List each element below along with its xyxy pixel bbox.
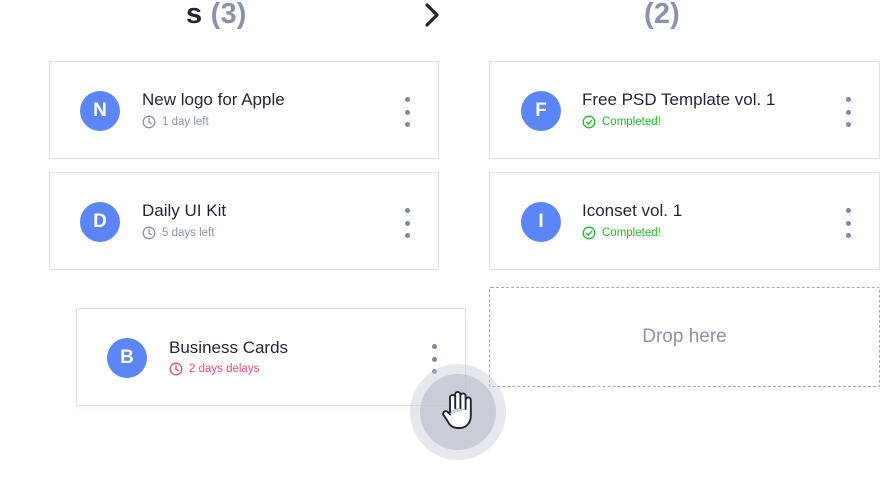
task-due-text: 2 days delays: [189, 363, 260, 375]
task-status: Completed!: [582, 115, 661, 129]
task-status: Completed!: [582, 226, 661, 240]
task-title: New logo for Apple: [142, 90, 285, 109]
chevron-right-icon[interactable]: [420, 2, 444, 28]
more-vertical-icon[interactable]: [402, 97, 412, 127]
check-circle-icon: [582, 115, 596, 129]
grab-hand-icon: [442, 391, 472, 429]
clock-icon: [142, 115, 156, 129]
task-card[interactable]: D Daily UI Kit 5 days left: [49, 172, 439, 270]
column-count-left: (3): [210, 0, 247, 30]
task-due-text: 1 day left: [162, 116, 209, 128]
task-due-info: 1 day left: [142, 115, 209, 129]
task-card[interactable]: I Iconset vol. 1 Completed!: [489, 172, 880, 270]
clock-icon: [142, 226, 156, 240]
avatar: B: [107, 338, 147, 378]
avatar: F: [521, 91, 561, 131]
task-status-text: Completed!: [602, 227, 661, 239]
task-status-text: Completed!: [602, 116, 661, 128]
avatar: N: [80, 91, 120, 131]
column-title-left-name: s: [186, 0, 203, 30]
task-title: Daily UI Kit: [142, 201, 227, 220]
column-title-left: s (3): [186, 0, 247, 31]
task-title: Business Cards: [169, 338, 289, 357]
task-card[interactable]: F Free PSD Template vol. 1 Completed!: [489, 61, 880, 159]
task-due-text: 5 days left: [162, 227, 215, 239]
drop-zone[interactable]: Drop here: [489, 287, 880, 387]
task-due-info: 5 days left: [142, 226, 214, 240]
more-vertical-icon[interactable]: [843, 97, 853, 127]
avatar: I: [521, 202, 561, 242]
task-card-dragging[interactable]: B Business Cards 2 days delays: [76, 308, 466, 406]
task-card[interactable]: N New logo for Apple 1 day left: [49, 61, 439, 159]
check-circle-icon: [582, 226, 596, 240]
task-title: Iconset vol. 1: [582, 201, 683, 220]
column-title-right: (2): [644, 0, 680, 31]
column-count-right: (2): [644, 0, 681, 30]
task-due-info: 2 days delays: [169, 362, 259, 376]
task-title: Free PSD Template vol. 1: [582, 90, 776, 109]
more-vertical-icon[interactable]: [843, 208, 853, 238]
avatar: D: [80, 202, 120, 242]
clock-icon: [169, 362, 183, 376]
drop-zone-label: Drop here: [642, 326, 727, 347]
more-vertical-icon[interactable]: [402, 208, 412, 238]
